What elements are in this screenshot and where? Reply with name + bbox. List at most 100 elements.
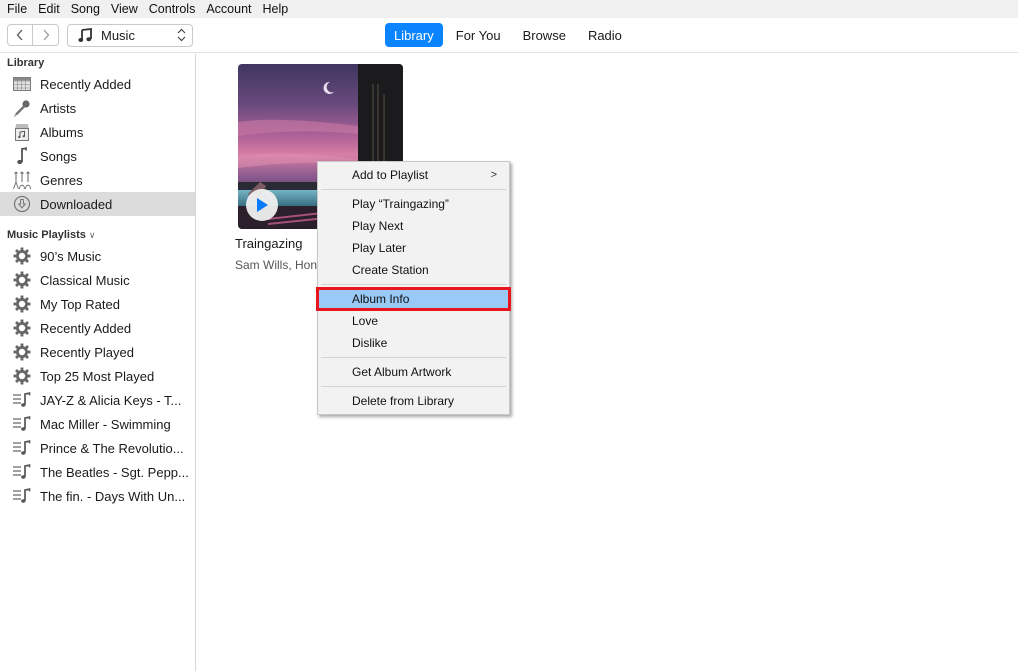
sidebar-playlist-item[interactable]: 90’s Music <box>0 244 195 268</box>
context-menu: Add to Playlist > Play “Traingazing” Play N… <box>316 161 511 415</box>
submenu-arrow-icon: > <box>490 169 497 181</box>
sidebar-item-label: Songs <box>40 148 77 164</box>
menu-item-dislike[interactable]: Dislike <box>318 332 509 354</box>
sidebar-playlist-item[interactable]: My Top Rated <box>0 292 195 316</box>
play-button[interactable] <box>246 189 278 221</box>
menu-item-label: Play Later <box>352 241 407 255</box>
media-source-label: Music <box>101 28 135 43</box>
menu-item-label: Add to Playlist <box>352 168 429 182</box>
calendar-grid-icon <box>12 74 32 94</box>
sidebar-item-downloaded[interactable]: Downloaded <box>0 192 195 216</box>
sidebar-item-label: The Beatles - Sgt. Pepp... <box>40 464 189 480</box>
music-playlists-title: Music Playlists <box>7 229 86 241</box>
sidebar-playlist-item[interactable]: The fin. - Days With Un... <box>0 484 195 508</box>
sidebar-item-label: Albums <box>40 124 84 140</box>
menu-item-label: Play Next <box>352 219 404 233</box>
back-button[interactable] <box>7 24 33 46</box>
menu-help[interactable]: Help <box>263 2 289 16</box>
tab-for-you[interactable]: For You <box>447 23 510 47</box>
sidebar-item-label: The fin. - Days With Un... <box>40 488 186 504</box>
sidebar-item-genres[interactable]: Genres <box>0 168 195 192</box>
forward-button[interactable] <box>33 24 59 46</box>
album-icon <box>12 122 32 142</box>
toolbar: Music Library For You Browse Radio <box>0 18 1018 53</box>
sidebar-item-songs[interactable]: Songs <box>0 144 195 168</box>
music-playlists-section-title[interactable]: Music Playlists ∨ <box>0 226 195 244</box>
sidebar-item-label: JAY-Z & Alicia Keys - T... <box>40 392 182 408</box>
menu-separator <box>321 189 506 190</box>
menu-view[interactable]: View <box>111 2 138 16</box>
gear-icon <box>12 342 32 362</box>
menu-separator <box>321 357 506 358</box>
sidebar-playlist-item[interactable]: JAY-Z & Alicia Keys - T... <box>0 388 195 412</box>
sidebar-item-label: Downloaded <box>40 196 113 212</box>
menu-item-label: Delete from Library <box>352 394 455 408</box>
sidebar: Library Recently Added Artists Albums So… <box>0 54 196 671</box>
menu-controls[interactable]: Controls <box>149 2 196 16</box>
sidebar-item-label: Recently Added <box>40 320 132 336</box>
sidebar-item-albums[interactable]: Albums <box>0 120 195 144</box>
gear-icon <box>12 294 32 314</box>
sidebar-playlist-item[interactable]: Classical Music <box>0 268 195 292</box>
menu-item-love[interactable]: Love <box>318 310 509 332</box>
menu-item-create-station[interactable]: Create Station <box>318 259 509 281</box>
gear-icon <box>12 246 32 266</box>
playlist-icon <box>12 414 32 434</box>
sidebar-playlist-item[interactable]: The Beatles - Sgt. Pepp... <box>0 460 195 484</box>
playlist-list: 90’s Music Classical Music My Top Rated Rec… <box>0 244 195 508</box>
menu-item-album-info[interactable]: Album Info <box>316 287 511 311</box>
sidebar-item-label: Artists <box>40 100 77 116</box>
music-note-icon <box>78 28 92 42</box>
playlist-icon <box>12 438 32 458</box>
menu-song[interactable]: Song <box>71 2 100 16</box>
chevron-right-icon <box>43 29 49 41</box>
play-icon <box>257 198 268 212</box>
menu-edit[interactable]: Edit <box>38 2 60 16</box>
album-title[interactable]: Traingazing <box>235 236 302 251</box>
sidebar-item-label: My Top Rated <box>40 296 120 312</box>
sidebar-item-label: 90’s Music <box>40 248 102 264</box>
media-source-select[interactable]: Music <box>67 24 193 47</box>
menu-separator <box>321 284 506 285</box>
menu-item-add-to-playlist[interactable]: Add to Playlist > <box>318 164 509 186</box>
tab-browse[interactable]: Browse <box>514 23 575 47</box>
sidebar-playlist-item[interactable]: Recently Played <box>0 340 195 364</box>
sidebar-item-label: Genres <box>40 172 83 188</box>
menu-item-label: Album Info <box>352 292 410 306</box>
nav-buttons <box>7 24 59 46</box>
guitars-icon <box>12 170 32 190</box>
menu-item-get-album-artwork[interactable]: Get Album Artwork <box>318 361 509 383</box>
sidebar-item-label: Recently Added <box>40 76 132 92</box>
library-section-title: Library <box>7 57 45 69</box>
sidebar-playlist-item[interactable]: Mac Miller - Swimming <box>0 412 195 436</box>
menu-account[interactable]: Account <box>206 2 251 16</box>
menu-item-play-traingazing[interactable]: Play “Traingazing” <box>318 193 509 215</box>
up-down-chevron-icon <box>177 28 186 42</box>
sidebar-playlist-item[interactable]: Recently Added <box>0 316 195 340</box>
menu-item-play-later[interactable]: Play Later <box>318 237 509 259</box>
chevron-left-icon <box>16 29 23 41</box>
playlist-icon <box>12 486 32 506</box>
menu-item-delete-from-library[interactable]: Delete from Library <box>318 390 509 412</box>
playlist-icon <box>12 390 32 410</box>
menu-file[interactable]: File <box>7 2 27 16</box>
menu-item-label: Play “Traingazing” <box>352 197 449 211</box>
gear-icon <box>12 318 32 338</box>
sidebar-item-recently-added[interactable]: Recently Added <box>0 72 195 96</box>
chevron-down-icon: ∨ <box>88 229 96 240</box>
sidebar-item-artists[interactable]: Artists <box>0 96 195 120</box>
sidebar-playlist-item[interactable]: Top 25 Most Played <box>0 364 195 388</box>
gear-icon <box>12 270 32 290</box>
sidebar-item-label: Classical Music <box>40 272 130 288</box>
tab-radio[interactable]: Radio <box>579 23 631 47</box>
view-tabs: Library For You Browse Radio <box>385 23 635 47</box>
microphone-icon <box>12 98 32 118</box>
sidebar-playlist-item[interactable]: Prince & The Revolutio... <box>0 436 195 460</box>
tab-library[interactable]: Library <box>385 23 443 47</box>
menu-separator <box>321 386 506 387</box>
music-note-icon <box>12 146 32 166</box>
album-artist[interactable]: Sam Wills, Hone <box>235 258 319 272</box>
menu-item-label: Get Album Artwork <box>352 365 452 379</box>
menu-item-play-next[interactable]: Play Next <box>318 215 509 237</box>
playlist-icon <box>12 462 32 482</box>
